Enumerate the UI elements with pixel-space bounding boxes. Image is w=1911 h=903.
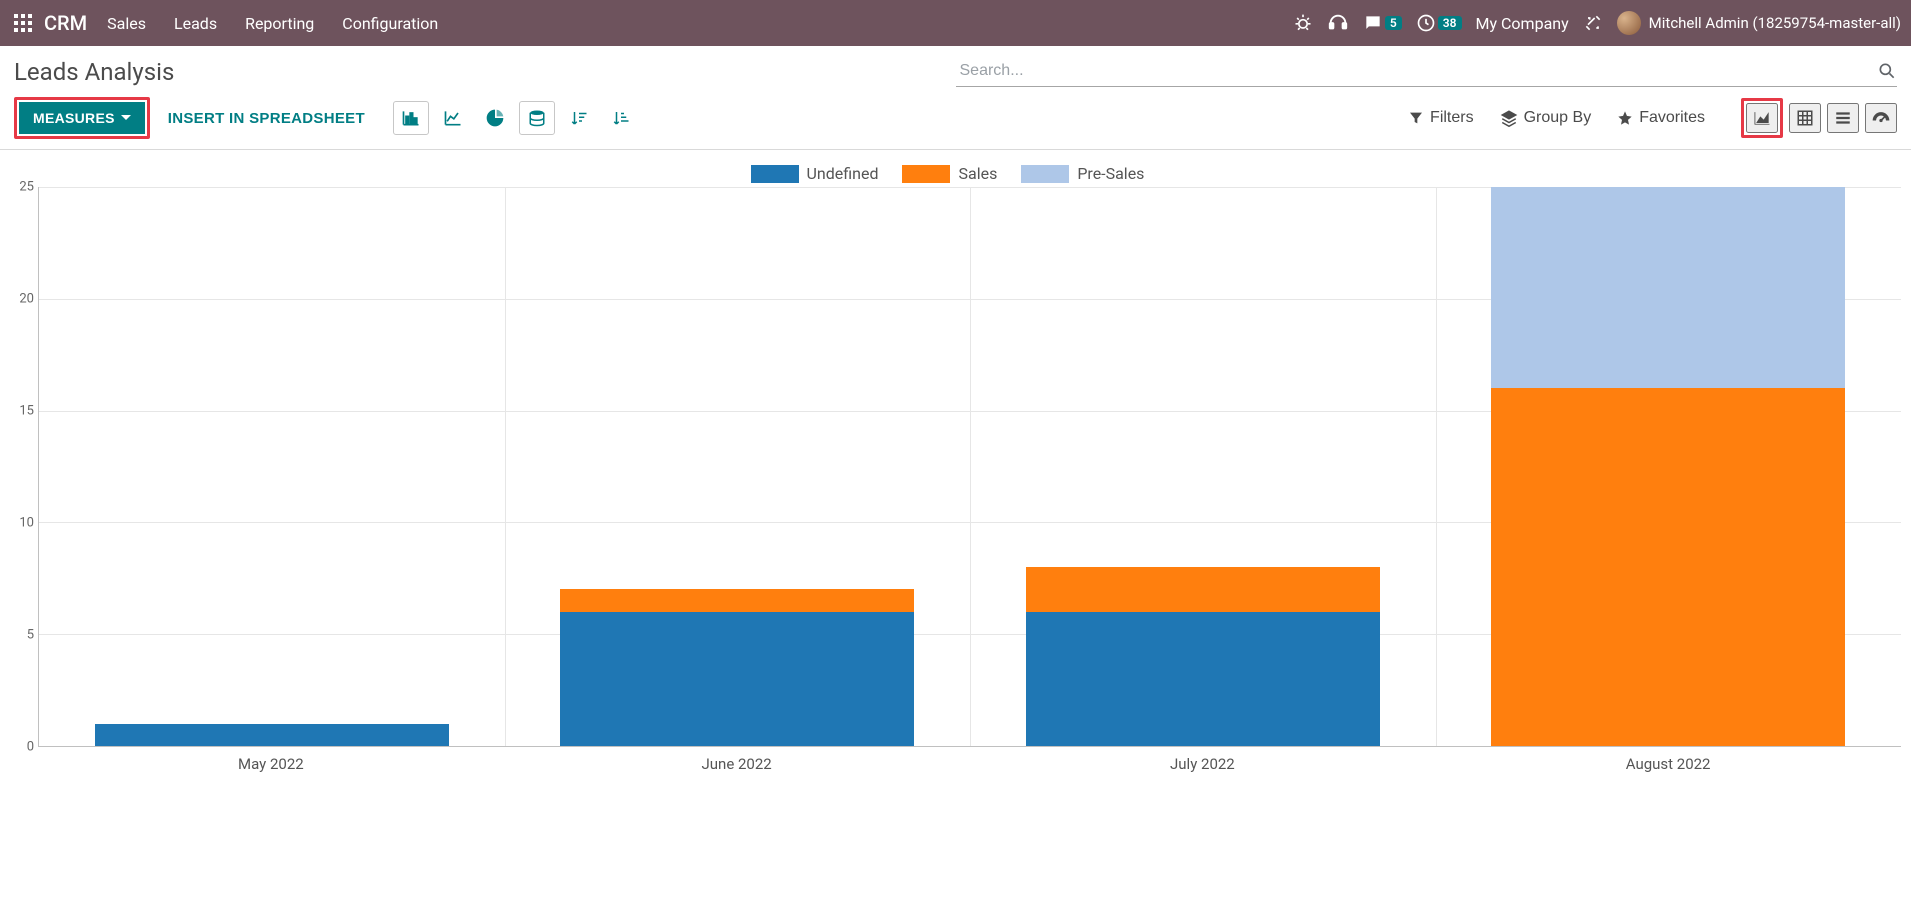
view-switcher xyxy=(1741,98,1897,138)
bar-segment[interactable] xyxy=(95,724,449,746)
y-tick: 20 xyxy=(19,292,34,307)
y-tick: 15 xyxy=(19,404,34,419)
bar-column xyxy=(1436,187,1902,746)
stacked-toggle-button[interactable] xyxy=(519,101,555,135)
groupby-button[interactable]: Group By xyxy=(1492,105,1600,131)
x-label: May 2022 xyxy=(38,747,504,773)
company-selector[interactable]: My Company xyxy=(1476,14,1569,33)
legend-swatch xyxy=(751,165,799,183)
user-name: Mitchell Admin (18259754-master-all) xyxy=(1649,14,1901,32)
filter-icon xyxy=(1408,110,1424,126)
bar-column xyxy=(970,187,1436,746)
measures-button[interactable]: MEASURES xyxy=(19,102,145,134)
bar-stack[interactable] xyxy=(95,187,449,746)
legend-swatch xyxy=(902,165,950,183)
chart-plot: 0510152025 xyxy=(10,187,1901,747)
legend-item[interactable]: Pre-Sales xyxy=(1021,164,1144,183)
pivot-view-button[interactable] xyxy=(1789,103,1821,133)
menu-sales[interactable]: Sales xyxy=(107,14,146,33)
y-tick: 5 xyxy=(27,628,34,643)
pie-chart-button[interactable] xyxy=(477,101,513,135)
page-title: Leads Analysis xyxy=(14,58,174,86)
bar-segment[interactable] xyxy=(1026,612,1380,746)
control-panel-bottom: MEASURES INSERT IN SPREADSHEET Filters xyxy=(0,93,1911,150)
x-label: July 2022 xyxy=(970,747,1436,773)
bar-segment[interactable] xyxy=(1026,567,1380,612)
search-bar[interactable] xyxy=(956,56,1898,87)
insert-spreadsheet-button[interactable]: INSERT IN SPREADSHEET xyxy=(160,104,373,133)
chart-legend: Undefined Sales Pre-Sales xyxy=(10,158,1901,187)
messages-badge: 5 xyxy=(1385,16,1402,30)
bug-icon[interactable] xyxy=(1293,13,1313,33)
favorites-label: Favorites xyxy=(1639,109,1705,127)
control-panel-top: Leads Analysis xyxy=(0,46,1911,93)
bar-segment[interactable] xyxy=(1491,187,1845,388)
y-axis: 0510152025 xyxy=(10,187,38,747)
menu-leads[interactable]: Leads xyxy=(174,14,217,33)
measures-highlight: MEASURES xyxy=(14,97,150,139)
x-axis: May 2022June 2022July 2022August 2022 xyxy=(38,747,1901,773)
sort-asc-button[interactable] xyxy=(603,101,639,135)
apps-icon[interactable] xyxy=(10,10,36,36)
plot-body xyxy=(38,187,1901,747)
activity-badge: 38 xyxy=(1438,16,1462,30)
main-menu: Sales Leads Reporting Configuration xyxy=(107,14,438,33)
sort-desc-button[interactable] xyxy=(561,101,597,135)
y-tick: 25 xyxy=(19,180,34,195)
legend-label: Undefined xyxy=(807,164,879,183)
bar-segment[interactable] xyxy=(560,589,914,611)
y-tick: 10 xyxy=(19,516,34,531)
legend-swatch xyxy=(1021,165,1069,183)
search-input[interactable] xyxy=(956,56,1878,86)
bar-segment[interactable] xyxy=(560,612,914,746)
search-icon[interactable] xyxy=(1877,61,1897,81)
menu-reporting[interactable]: Reporting xyxy=(245,14,314,33)
favorites-button[interactable]: Favorites xyxy=(1609,105,1713,131)
caret-down-icon xyxy=(121,113,131,123)
chart-type-buttons xyxy=(393,101,639,135)
x-label: August 2022 xyxy=(1435,747,1901,773)
legend-label: Sales xyxy=(958,164,997,183)
legend-item[interactable]: Undefined xyxy=(751,164,879,183)
bar-stack[interactable] xyxy=(1026,187,1380,746)
dashboard-view-button[interactable] xyxy=(1865,103,1897,133)
x-label: June 2022 xyxy=(504,747,970,773)
bars xyxy=(39,187,1901,746)
bar-column xyxy=(505,187,971,746)
measures-label: MEASURES xyxy=(33,110,115,126)
bar-stack[interactable] xyxy=(560,187,914,746)
bar-stack[interactable] xyxy=(1491,187,1845,746)
y-tick: 0 xyxy=(27,740,34,755)
bar-segment[interactable] xyxy=(1491,388,1845,746)
user-menu[interactable]: Mitchell Admin (18259754-master-all) xyxy=(1617,11,1901,35)
graph-view-button[interactable] xyxy=(1746,103,1778,133)
legend-item[interactable]: Sales xyxy=(902,164,997,183)
debug-icon[interactable] xyxy=(1583,13,1603,33)
app-brand[interactable]: CRM xyxy=(44,11,87,35)
graph-view-highlight xyxy=(1741,98,1783,138)
bar-chart-button[interactable] xyxy=(393,101,429,135)
legend-label: Pre-Sales xyxy=(1077,164,1144,183)
list-view-button[interactable] xyxy=(1827,103,1859,133)
filters-label: Filters xyxy=(1430,109,1474,127)
activity-icon[interactable]: 38 xyxy=(1416,13,1462,33)
menu-configuration[interactable]: Configuration xyxy=(342,14,438,33)
chart-container: Undefined Sales Pre-Sales 0 5 10 15 20 25 May 2… xyxy=(0,150,1911,773)
groupby-label: Group By xyxy=(1524,109,1592,127)
top-navbar: CRM Sales Leads Reporting Configuration … xyxy=(0,0,1911,46)
star-icon xyxy=(1617,110,1633,126)
avatar xyxy=(1617,11,1641,35)
bar-column xyxy=(39,187,505,746)
line-chart-button[interactable] xyxy=(435,101,471,135)
layers-icon xyxy=(1500,109,1518,127)
filters-button[interactable]: Filters xyxy=(1400,105,1482,131)
support-icon[interactable] xyxy=(1327,12,1349,34)
messages-icon[interactable]: 5 xyxy=(1363,13,1402,33)
